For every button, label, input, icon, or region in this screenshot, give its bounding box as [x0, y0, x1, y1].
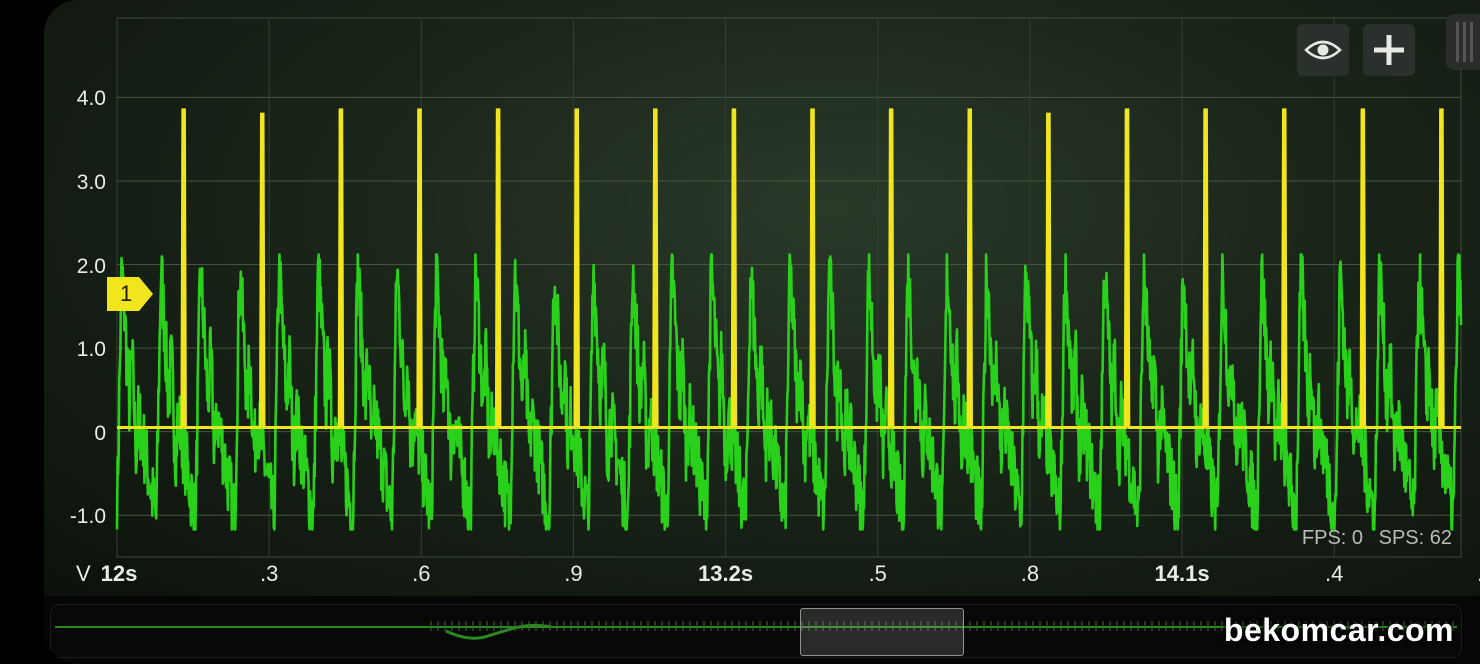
- series-green-line: [115, 253, 1463, 531]
- x-tick-label: 14.1s: [1154, 561, 1210, 586]
- stats-readout: FPS: 0 SPS: 62: [1292, 527, 1452, 550]
- sps-readout: SPS: 62: [1378, 527, 1452, 549]
- add-channel-button[interactable]: [1363, 24, 1415, 76]
- x-tick-label: .3: [259, 561, 279, 586]
- timeline-viewport-window[interactable]: [800, 608, 964, 656]
- y-unit-label: V: [76, 561, 91, 586]
- plus-icon: [1374, 35, 1404, 65]
- trigger-marker[interactable]: 1: [107, 274, 155, 319]
- x-tick-label: 12s: [100, 561, 138, 586]
- eye-icon: [1304, 40, 1342, 60]
- watermark: bekomcar.com: [1223, 612, 1454, 648]
- x-tick-label: .6: [412, 561, 431, 586]
- y-tick-label: 3.0: [76, 170, 106, 194]
- x-tick-label: .9: [564, 561, 583, 586]
- waveform-plot[interactable]: [44, 0, 1480, 596]
- y-tick-label: 2.0: [76, 254, 106, 278]
- x-tick-label: .5: [868, 561, 887, 586]
- trigger-marker-label: 1: [120, 280, 133, 306]
- oscilloscope-panel[interactable]: 4.0 3.0 2.0 1.0 0 -1.0 12s .3 .6 .9 13.2s .5 .8 14.1…: [44, 0, 1480, 596]
- fps-readout: FPS: 0: [1301, 527, 1364, 549]
- y-tick-label: 1.0: [76, 338, 106, 362]
- x-tick-label: 13.2s: [698, 561, 754, 586]
- x-tick-label: .4: [1325, 561, 1344, 586]
- y-tick-label: -1.0: [69, 505, 106, 529]
- side-panel-handle[interactable]: [1446, 14, 1480, 70]
- scope-frame: 4.0 3.0 2.0 1.0 0 -1.0 12s .3 .6 .9 13.2s .5 .8 14.1…: [44, 0, 1480, 664]
- visibility-button[interactable]: [1297, 24, 1349, 76]
- x-tick-label: .8: [1020, 561, 1040, 586]
- y-tick-label: 4.0: [76, 87, 106, 111]
- y-tick-label: 0: [94, 421, 106, 445]
